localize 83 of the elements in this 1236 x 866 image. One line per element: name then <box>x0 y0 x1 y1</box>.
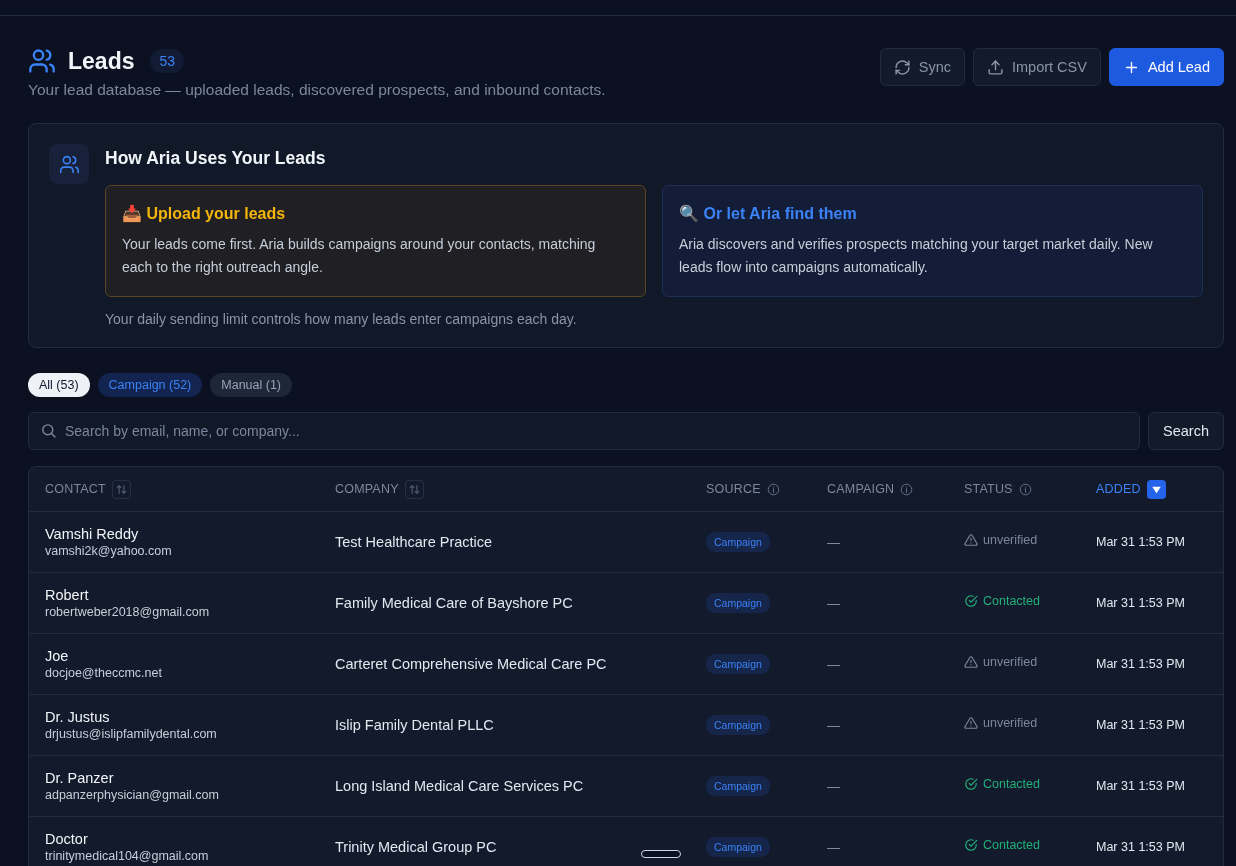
contact-email: trinitymedical104@gmail.com <box>45 849 209 863</box>
filter-chip[interactable]: Manual (1) <box>210 373 293 397</box>
check-circle-icon <box>964 594 978 608</box>
added-date: Mar 31 1:53 PM <box>1096 718 1185 732</box>
added-date: Mar 31 1:53 PM <box>1096 779 1185 793</box>
search-button[interactable]: Search <box>1148 412 1224 450</box>
column-header[interactable]: CONTACT <box>45 482 106 496</box>
added-date: Mar 31 1:53 PM <box>1096 840 1185 854</box>
info-icon[interactable] <box>1018 482 1032 496</box>
contact-email: drjustus@islipfamilydental.com <box>45 727 217 741</box>
add-lead-button[interactable]: Add Lead <box>1108 48 1224 86</box>
column-header[interactable]: ADDED <box>1096 482 1141 496</box>
option-title: 📥 Upload your leads <box>122 204 287 223</box>
column-header[interactable]: CAMPAIGN <box>827 482 895 496</box>
filter-chip[interactable]: Campaign (52) <box>97 373 203 397</box>
contact-name: Dr. Panzer <box>45 770 114 786</box>
company-name: Trinity Medical Group PC <box>335 839 497 855</box>
company-name: Long Island Medical Care Services PC <box>335 778 584 794</box>
campaign-value: — <box>827 656 840 672</box>
import-button[interactable]: Import CSV <box>972 48 1101 86</box>
contact-name: Vamshi Reddy <box>45 526 139 542</box>
column-header[interactable]: COMPANY <box>335 482 399 496</box>
source-tag: Campaign <box>706 776 770 796</box>
info-title: How Aria Uses Your Leads <box>105 148 327 169</box>
info-icon[interactable] <box>900 482 914 496</box>
source-tag: Campaign <box>706 593 770 613</box>
campaign-value: — <box>827 534 840 550</box>
users-icon <box>49 144 89 184</box>
search-field[interactable]: Search by email, name, or company... <box>28 412 1141 450</box>
lead-count-badge: 53 <box>150 49 185 73</box>
option-title: 🔍 Or let Aria find them <box>679 204 858 223</box>
campaign-value: — <box>827 717 840 733</box>
source-tag: Campaign <box>706 654 770 674</box>
check-circle-icon <box>964 838 978 852</box>
sync-button[interactable]: Sync <box>879 48 965 86</box>
source-tag: Campaign <box>706 532 770 552</box>
campaign-value: — <box>827 839 840 855</box>
contact-email: vamshi2k@yahoo.com <box>45 544 172 558</box>
sort-icon[interactable] <box>111 479 131 499</box>
campaign-value: — <box>827 595 840 611</box>
contact-email: robertweber2018@gmail.com <box>45 605 210 619</box>
added-date: Mar 31 1:53 PM <box>1096 596 1185 610</box>
column-header[interactable]: STATUS <box>964 482 1013 496</box>
company-name: Family Medical Care of Bayshore PC <box>335 595 573 611</box>
page-title: Leads <box>68 47 135 75</box>
company-name: Carteret Comprehensive Medical Care PC <box>335 656 607 672</box>
sort-icon[interactable] <box>404 479 424 499</box>
added-date: Mar 31 1:53 PM <box>1096 535 1185 549</box>
page-subtitle: Your lead database — uploaded leads, discovered prospects, and inbound contacts. <box>28 81 606 99</box>
column-header[interactable]: SOURCE <box>706 482 761 496</box>
warning-icon <box>964 655 978 669</box>
option-description: Your leads come first. Aria builds campaigns around your contacts, matching each to the right outreach angle. <box>122 235 597 277</box>
status-label: Contacted <box>964 838 1040 852</box>
contact-name: Doctor <box>45 831 88 847</box>
warning-icon <box>964 533 978 547</box>
status-label: unverified <box>964 533 1038 547</box>
source-tag: Campaign <box>706 837 770 857</box>
status-label: Contacted <box>964 594 1040 608</box>
contact-email: adpanzerphysician@gmail.com <box>45 788 219 802</box>
campaign-value: — <box>827 778 840 794</box>
info-note: Your daily sending limit controls how many leads enter campaigns each day. <box>105 311 578 327</box>
status-label: Contacted <box>964 777 1040 791</box>
info-icon[interactable] <box>766 482 780 496</box>
status-label: unverified <box>964 655 1038 669</box>
company-name: Test Healthcare Practice <box>335 534 493 550</box>
option-description: Aria discovers and verifies prospects matching your target market daily. New leads flow into campaigns automatically. <box>679 235 1154 277</box>
upload-icon <box>986 58 1004 76</box>
contact-email: docjoe@theccmc.net <box>45 666 162 680</box>
contact-name: Joe <box>45 648 69 664</box>
contact-name: Robert <box>45 587 89 603</box>
warning-icon <box>964 716 978 730</box>
refresh-icon <box>893 58 911 76</box>
users-icon <box>28 47 56 75</box>
filter-chip[interactable]: All (53) <box>28 373 90 397</box>
sort-descending-icon[interactable] <box>1146 479 1166 499</box>
company-name: Islip Family Dental PLLC <box>335 717 494 733</box>
check-circle-icon <box>964 777 978 791</box>
status-label: unverified <box>964 716 1038 730</box>
source-tag: Campaign <box>706 715 770 735</box>
contact-name: Dr. Justus <box>45 709 110 725</box>
added-date: Mar 31 1:53 PM <box>1096 657 1185 671</box>
drag-handle[interactable] <box>641 850 681 858</box>
search-icon <box>40 422 57 439</box>
